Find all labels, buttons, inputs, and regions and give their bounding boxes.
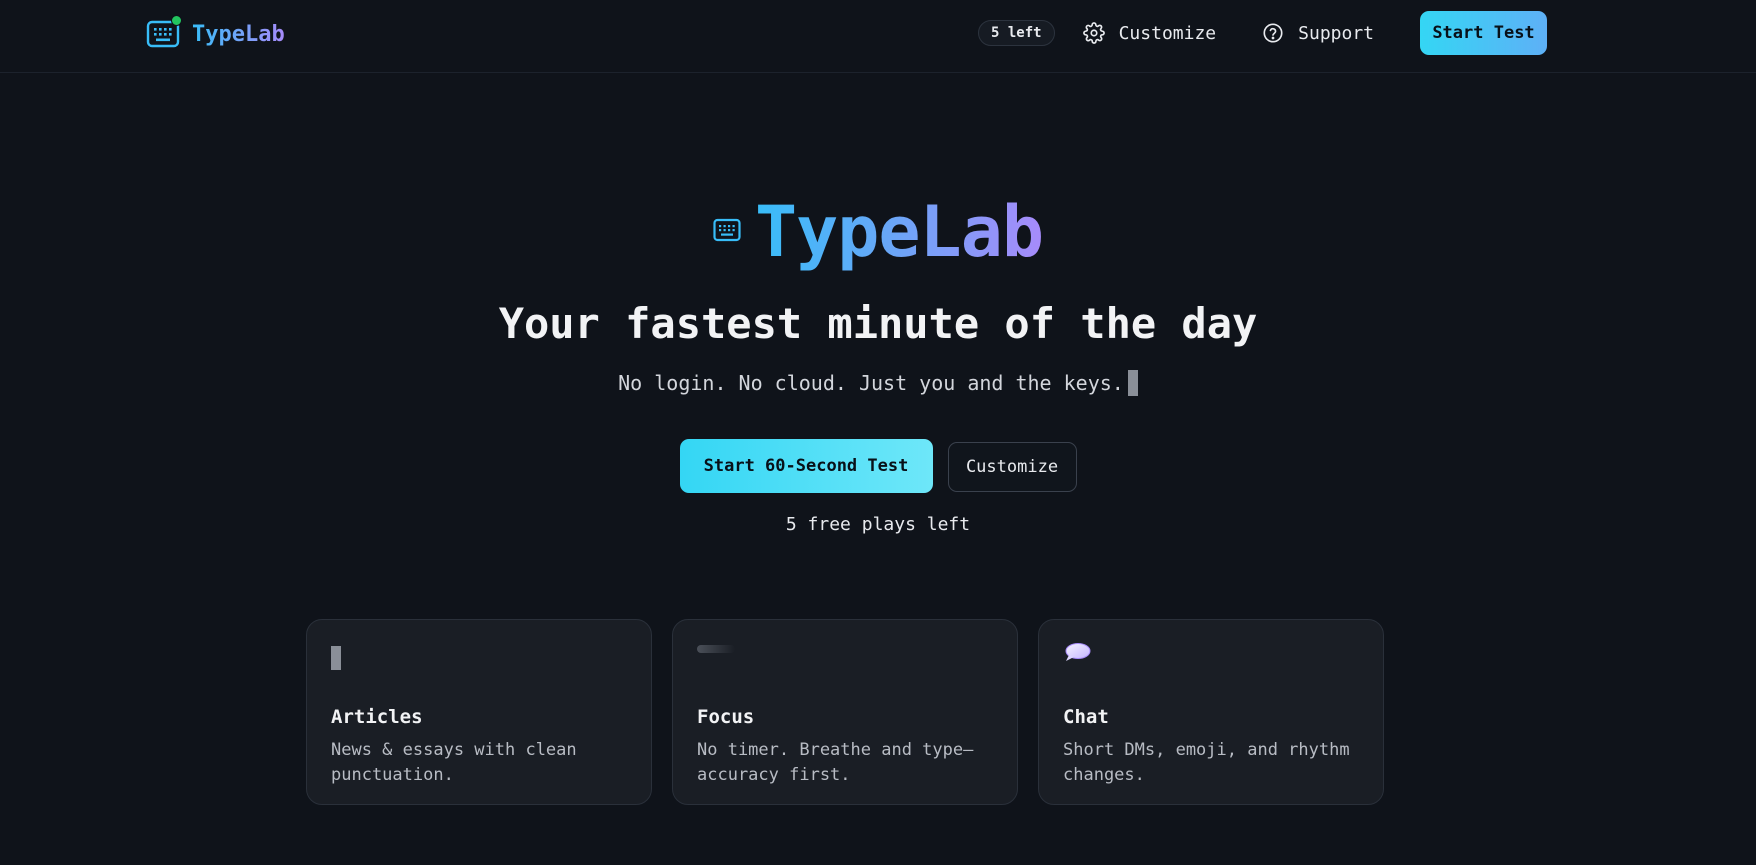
hero-logo-text: TypeLab [754, 191, 1044, 273]
start-test-button[interactable]: Start Test [1420, 11, 1547, 55]
hero-subheading: No login. No cloud. Just you and the key… [0, 370, 1756, 396]
card-title: Focus [697, 706, 755, 728]
text-caret-icon [331, 646, 341, 670]
free-plays-left-text: 5 free plays left [785, 514, 971, 535]
gear-icon [1082, 22, 1105, 44]
card-description: No timer. Breathe and type—accuracy firs… [697, 740, 974, 785]
hero-heading: Your fastest minute of the day [498, 299, 1258, 348]
mode-card-articles[interactable]: Articles News & essays with clean punctu… [306, 619, 652, 805]
hero-actions: Start 60-Second Test Customize [0, 439, 1756, 493]
customize-button[interactable]: Customize [947, 442, 1077, 492]
top-navigation-bar: TypeLab 5 left Customize Support Start T… [0, 0, 1756, 73]
nav-customize-label: Customize [1118, 22, 1217, 44]
plays-left-badge: 5 left [978, 20, 1055, 46]
mode-card-chat[interactable]: Chat Short DMs, emoji, and rhythm change… [1038, 619, 1384, 805]
focus-bar-icon [697, 645, 735, 653]
card-description: News & essays with clean punctuation. [331, 740, 577, 785]
card-description: Short DMs, emoji, and rhythm changes. [1063, 740, 1350, 785]
speech-bubble-icon [1063, 642, 1091, 668]
keyboard-icon [146, 15, 182, 49]
brand-name: TypeLab [192, 21, 285, 47]
card-title: Articles [331, 706, 423, 728]
nav-support-link[interactable]: Support [1262, 22, 1374, 44]
nav-support-label: Support [1298, 22, 1374, 44]
hero-logo: TypeLab [0, 192, 1756, 272]
mode-cards: Articles News & essays with clean punctu… [306, 619, 1384, 805]
keyboard-icon [713, 218, 741, 246]
main-nav: 5 left Customize Support Start Test [978, 11, 1547, 55]
brand-logo[interactable]: TypeLab [146, 15, 285, 52]
text-caret-icon [1127, 370, 1138, 396]
help-circle-icon [1262, 22, 1284, 44]
card-title: Chat [1063, 706, 1109, 728]
start-60-second-test-button[interactable]: Start 60-Second Test [679, 439, 933, 493]
hero-subheading-text: No login. No cloud. Just you and the key… [618, 371, 1124, 395]
online-status-dot [171, 15, 182, 26]
mode-card-focus[interactable]: Focus No timer. Breathe and type—accurac… [672, 619, 1018, 805]
nav-customize-link[interactable]: Customize [1082, 22, 1217, 44]
